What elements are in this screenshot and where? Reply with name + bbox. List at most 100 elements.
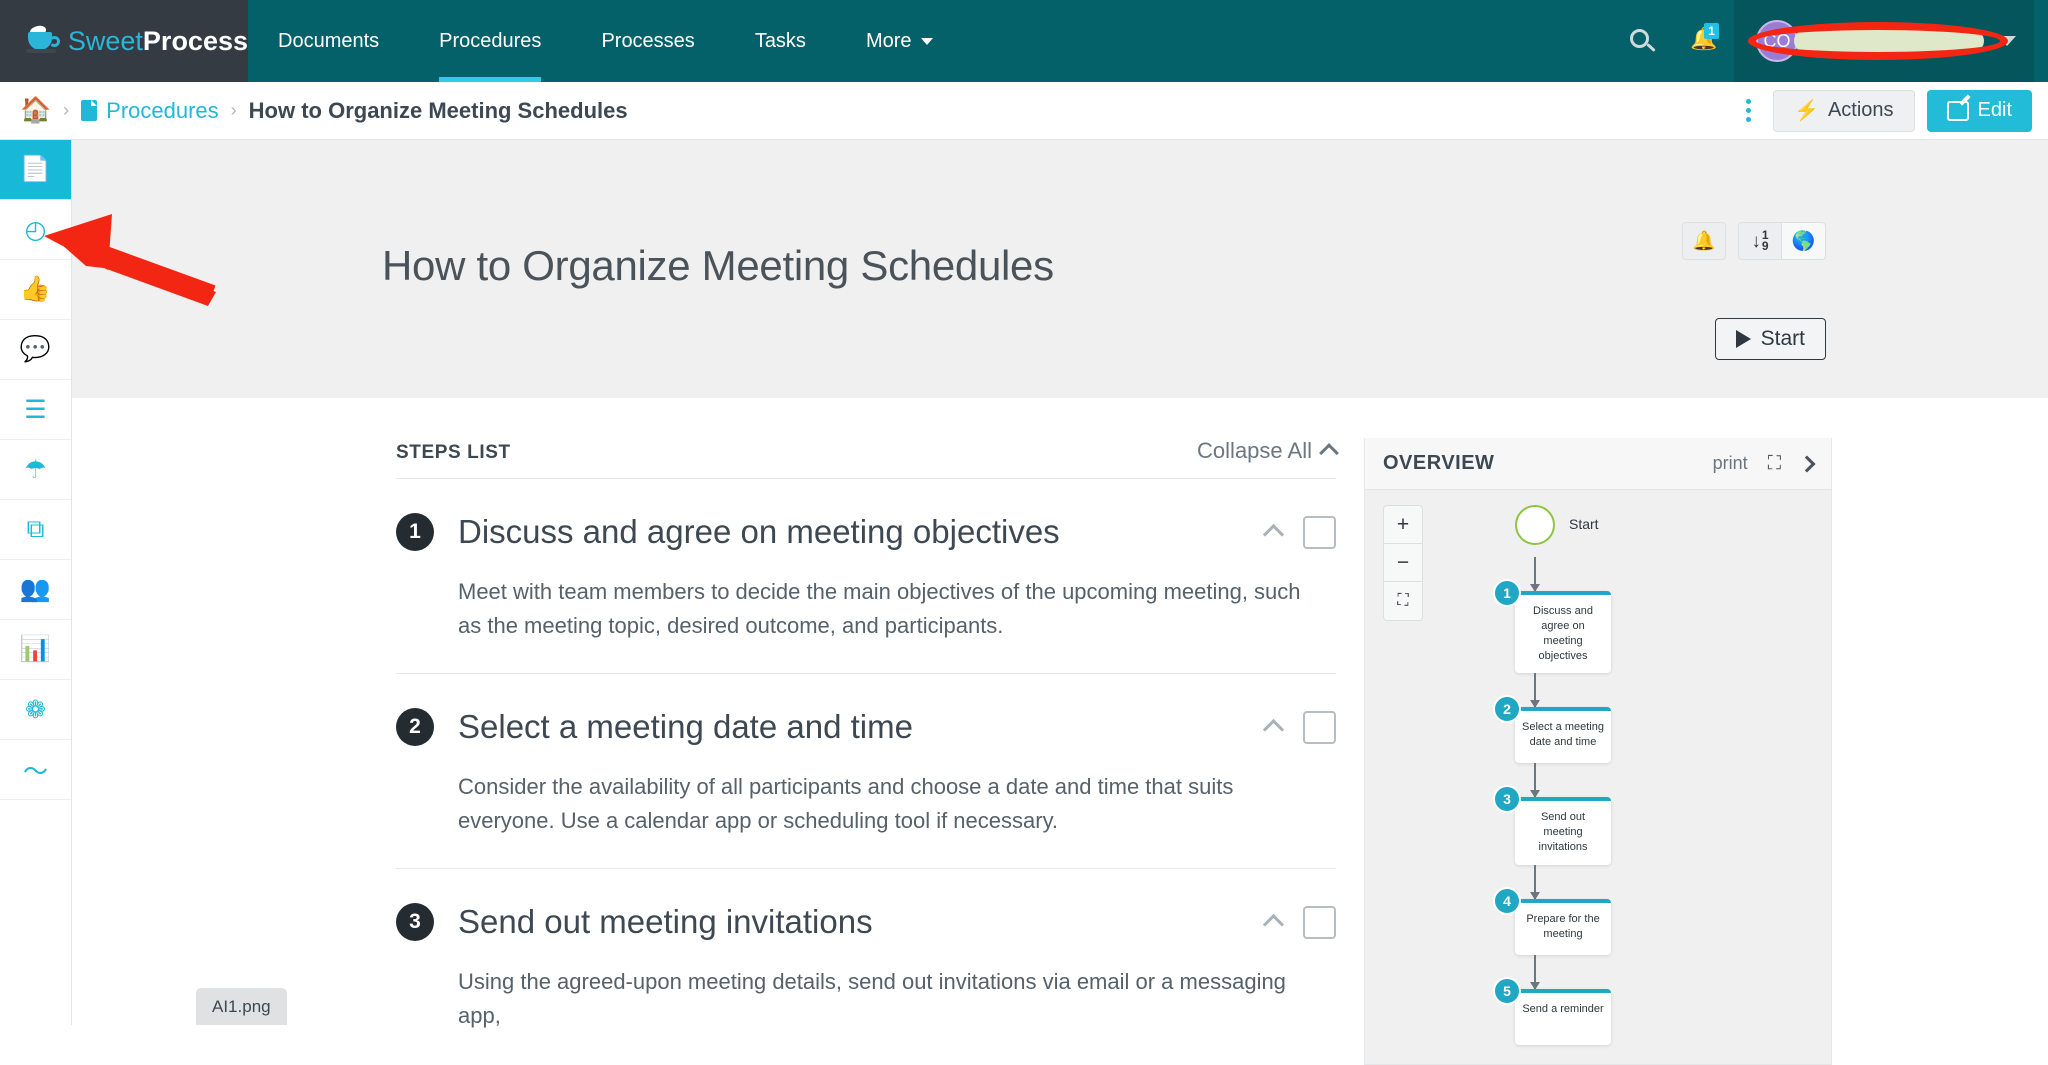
search-button[interactable] (1612, 29, 1672, 53)
flow-arrow (1534, 865, 1536, 899)
overview-heading: OVERVIEW (1383, 452, 1494, 475)
step-number: 3 (396, 903, 434, 941)
sidebar-item-tags[interactable]: ❁ (0, 680, 71, 740)
brand-logo[interactable]: SweetProcess (0, 0, 248, 82)
download-chip[interactable]: AI1.png (196, 988, 287, 1025)
start-button[interactable]: Start (1715, 318, 1826, 360)
step-checkbox[interactable] (1303, 711, 1336, 744)
comments-icon: 💬 (20, 335, 51, 364)
expand-icon[interactable]: ⛶ (1768, 453, 1781, 475)
sidebar-item-checklist[interactable]: ☰ (0, 380, 71, 440)
flowchart-start: Start (1515, 501, 1815, 557)
sidebar-item-signature[interactable]: 〜 (0, 740, 71, 800)
step-item: 1 Discuss and agree on meeting objective… (396, 479, 1336, 674)
notifications-button[interactable]: 🔔 1 (1672, 28, 1734, 54)
chevron-right-icon[interactable] (1799, 455, 1816, 472)
notify-button[interactable]: 🔔 (1682, 222, 1726, 260)
left-sidebar: 📄 ◴ 👍 💬 ☰ ☂ ⧉ 👥 📊 ❁ 〜 (0, 140, 72, 1025)
top-navigation-bar: SweetProcess Documents Procedures Proces… (0, 0, 2048, 82)
nav-tab-label: Processes (601, 30, 694, 53)
step-header: 2 Select a meeting date and time (396, 708, 1336, 746)
step-actions (1266, 711, 1336, 744)
chevron-down-icon (921, 38, 933, 45)
collapse-all-button[interactable]: Collapse All (1197, 438, 1336, 464)
chevron-up-icon (1319, 443, 1339, 463)
steps-list-panel: STEPS LIST Collapse All 1 Discuss and ag… (396, 438, 1336, 1064)
nav-tab-label: Tasks (755, 30, 806, 53)
zoom-out-button[interactable]: − (1384, 544, 1422, 582)
nav-tab-label: Procedures (439, 30, 541, 53)
nav-tab-processes[interactable]: Processes (571, 0, 724, 82)
actions-button[interactable]: ⚡ Actions (1773, 90, 1915, 132)
step-checkbox[interactable] (1303, 516, 1336, 549)
chevron-up-icon[interactable] (1263, 524, 1284, 545)
nav-tab-more[interactable]: More (836, 0, 963, 82)
sidebar-item-approvals[interactable]: 👍 (0, 260, 71, 320)
nav-tab-tasks[interactable]: Tasks (725, 0, 836, 82)
actions-button-label: Actions (1828, 99, 1894, 122)
brand-name-process: Process (143, 26, 248, 56)
flow-node-number: 1 (1493, 579, 1521, 607)
print-button[interactable]: print (1713, 453, 1748, 474)
step-item: 2 Select a meeting date and time Conside… (396, 674, 1336, 869)
notification-badge: 1 (1704, 23, 1719, 39)
flowchart: Start 1 Discuss and agree on meeting obj… (1515, 501, 1815, 1045)
nav-tab-label: More (866, 30, 912, 53)
flowchart-node[interactable]: 5 Send a reminder (1493, 989, 1815, 1045)
flow-node-label: Send out meeting invitations (1515, 797, 1611, 865)
sidebar-item-history[interactable]: ◴ (0, 200, 71, 260)
chevron-up-icon[interactable] (1263, 719, 1284, 740)
user-menu[interactable]: CO (1734, 0, 2034, 82)
nav-tab-procedures[interactable]: Procedures (409, 0, 571, 82)
sort-button[interactable]: ↓ 1 9 (1738, 222, 1782, 260)
sort-bottom-digit: 9 (1762, 241, 1769, 252)
step-checkbox[interactable] (1303, 906, 1336, 939)
zoom-in-button[interactable]: + (1384, 506, 1422, 544)
clock-icon: ◴ (25, 215, 47, 245)
overview-canvas[interactable]: + − ⛶ Start 1 Discuss and agree on meeti… (1365, 491, 1831, 1064)
flowchart-node[interactable]: 1 Discuss and agree on meeting objective… (1493, 591, 1815, 673)
chevron-down-icon (1998, 36, 2016, 46)
edit-button[interactable]: Edit (1927, 90, 2032, 132)
flowchart-node[interactable]: 3 Send out meeting invitations (1493, 797, 1815, 865)
breadcrumb-separator: › (63, 100, 69, 121)
start-node-label: Start (1569, 516, 1599, 532)
bell-icon: 🔔 1 (1690, 28, 1716, 54)
breadcrumb-separator: › (231, 100, 237, 121)
fit-to-screen-button[interactable]: ⛶ (1384, 582, 1422, 620)
step-actions (1266, 906, 1336, 939)
step-header: 1 Discuss and agree on meeting objective… (396, 513, 1336, 551)
step-body: Meet with team members to decide the mai… (458, 575, 1318, 643)
sidebar-item-document[interactable]: 📄 (0, 140, 71, 200)
flowchart-node[interactable]: 4 Prepare for the meeting (1493, 899, 1815, 955)
nav-tab-documents[interactable]: Documents (248, 0, 409, 82)
toolbar-group: ↓ 1 9 🌎 (1738, 222, 1826, 260)
flow-node-label: Discuss and agree on meeting objectives (1515, 591, 1611, 673)
document-icon: 📄 (20, 155, 51, 184)
step-item: 3 Send out meeting invitations Using the… (396, 869, 1336, 1063)
umbrella-icon: ☂ (24, 455, 46, 485)
edit-button-label: Edit (1978, 99, 2012, 122)
flow-node-label: Send a reminder (1515, 989, 1611, 1045)
step-title[interactable]: Discuss and agree on meeting objectives (458, 513, 1060, 551)
breadcrumb-current: How to Organize Meeting Schedules (249, 98, 628, 124)
home-icon[interactable]: 🏠 (20, 98, 51, 123)
main-content: How to Organize Meeting Schedules 🔔 ↓ 1 … (72, 140, 2048, 1025)
document-hero: How to Organize Meeting Schedules 🔔 ↓ 1 … (72, 140, 2048, 398)
nav-tabs: Documents Procedures Processes Tasks Mor… (248, 0, 963, 82)
sidebar-item-teams[interactable]: 👥 (0, 560, 71, 620)
sidebar-item-analytics[interactable]: 📊 (0, 620, 71, 680)
sidebar-item-policies[interactable]: ☂ (0, 440, 71, 500)
flow-node-number: 5 (1493, 977, 1521, 1005)
language-button[interactable]: 🌎 (1782, 222, 1826, 260)
flowchart-node[interactable]: 2 Select a meeting date and time (1493, 707, 1815, 763)
step-title[interactable]: Send out meeting invitations (458, 903, 873, 941)
coffee-cup-icon (26, 26, 60, 56)
breadcrumb-link-procedures[interactable]: Procedures (106, 98, 219, 124)
more-vertical-icon[interactable] (1735, 99, 1761, 122)
step-title[interactable]: Select a meeting date and time (458, 708, 913, 746)
flow-node-label: Select a meeting date and time (1515, 707, 1611, 763)
chevron-up-icon[interactable] (1263, 914, 1284, 935)
sidebar-item-comments[interactable]: 💬 (0, 320, 71, 380)
sidebar-item-duplicate[interactable]: ⧉ (0, 500, 71, 560)
